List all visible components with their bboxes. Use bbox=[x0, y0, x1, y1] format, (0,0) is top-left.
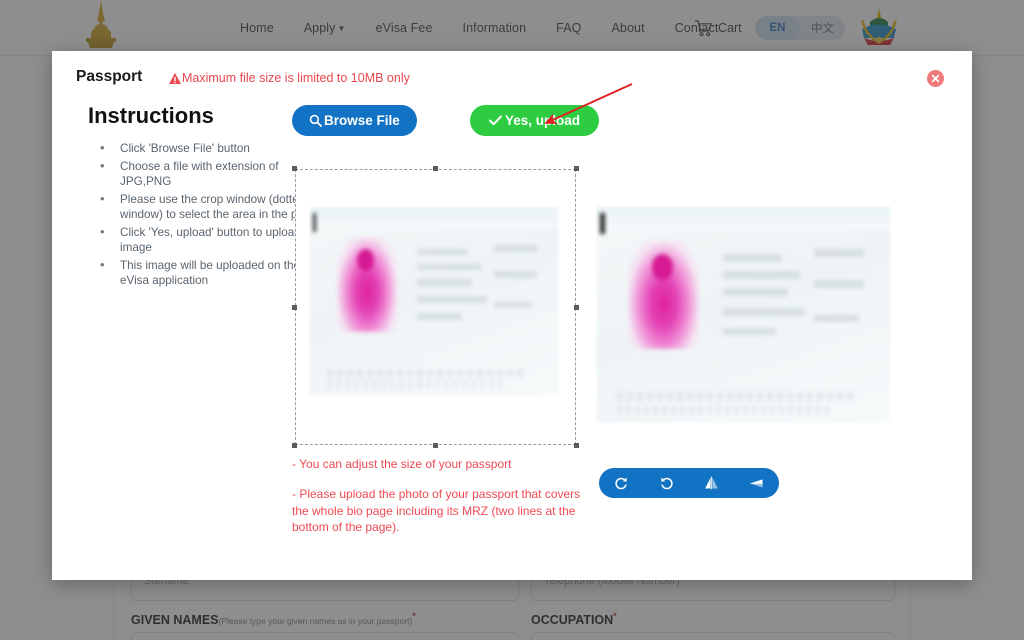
rotate-right-icon[interactable] bbox=[652, 470, 682, 496]
flip-horizontal-glyph bbox=[705, 476, 718, 490]
file-size-warning: Maximum file size is limited to 10MB onl… bbox=[169, 71, 410, 85]
flip-vertical-glyph bbox=[750, 479, 763, 488]
search-icon bbox=[309, 114, 322, 127]
crop-handle-s[interactable] bbox=[433, 443, 438, 448]
rotate-right-glyph bbox=[661, 476, 673, 489]
warning-triangle-icon bbox=[169, 72, 181, 84]
crop-handle-se[interactable] bbox=[574, 443, 579, 448]
passport-text-line bbox=[722, 327, 776, 336]
passport-mrz-line-2 bbox=[616, 404, 830, 415]
passport-portrait-head bbox=[356, 248, 374, 272]
modal-title: Passport bbox=[76, 68, 143, 85]
crop-handle-ne[interactable] bbox=[574, 166, 579, 171]
passport-mrz-line-1 bbox=[616, 391, 853, 402]
passport-text-line bbox=[722, 288, 788, 297]
passport-top-band bbox=[309, 207, 559, 228]
passport-text-line bbox=[416, 312, 462, 320]
yes-upload-button[interactable]: Yes, upload bbox=[470, 105, 600, 136]
list-item: Please use the crop window (dotted line … bbox=[88, 191, 328, 223]
crop-handle-w[interactable] bbox=[292, 304, 297, 310]
crop-handle-sw[interactable] bbox=[292, 443, 297, 448]
browse-file-label: Browse File bbox=[324, 113, 400, 128]
image-transform-toolbar bbox=[599, 468, 779, 498]
list-item: This image will be uploaded on the Lao e… bbox=[88, 257, 328, 289]
crop-handle-n[interactable] bbox=[433, 166, 438, 171]
flip-horizontal-icon[interactable] bbox=[697, 470, 727, 496]
list-item: Choose a file with extension of JPG,PNG bbox=[88, 158, 328, 190]
passport-text-line bbox=[814, 314, 859, 323]
list-item: Click 'Browse File' button bbox=[88, 140, 328, 157]
yes-upload-label: Yes, upload bbox=[505, 113, 581, 128]
file-size-warning-text: Maximum file size is limited to 10MB onl… bbox=[182, 71, 410, 85]
rotate-left-glyph bbox=[615, 476, 627, 489]
passport-text-line bbox=[722, 253, 782, 262]
browse-file-button[interactable]: Browse File bbox=[292, 105, 417, 136]
rotate-left-icon[interactable] bbox=[607, 470, 637, 496]
passport-top-band bbox=[596, 206, 891, 230]
passport-text-line bbox=[416, 295, 487, 303]
passport-text-line bbox=[416, 278, 472, 286]
passport-image-in-crop[interactable] bbox=[309, 207, 559, 396]
list-item: Click 'Yes, upload' button to upload the… bbox=[88, 224, 328, 256]
passport-text-line bbox=[722, 271, 800, 279]
passport-text-line bbox=[416, 263, 482, 271]
passport-spine bbox=[600, 212, 605, 235]
passport-upload-modal: Passport Maximum file size is limited to… bbox=[52, 51, 972, 580]
flip-vertical-icon[interactable] bbox=[742, 470, 772, 496]
instructions-list: Click 'Browse File' button Choose a file… bbox=[88, 140, 328, 291]
passport-preview bbox=[596, 206, 891, 423]
passport-text-line bbox=[494, 244, 537, 252]
page-root: Home Apply▼ eVisa Fee Information FAQ Ab… bbox=[0, 0, 1024, 640]
instructions-heading: Instructions bbox=[88, 103, 214, 128]
close-icon[interactable] bbox=[927, 70, 944, 87]
passport-text-line bbox=[416, 248, 467, 256]
passport-text-line bbox=[722, 307, 806, 316]
passport-mrz-line-2 bbox=[326, 379, 507, 389]
passport-graphic bbox=[309, 207, 559, 396]
passport-text-line bbox=[494, 301, 532, 309]
crop-window[interactable] bbox=[292, 166, 579, 448]
passport-text-line bbox=[814, 249, 865, 258]
passport-mrz-line-1 bbox=[326, 368, 527, 378]
passport-preview-graphic bbox=[596, 206, 891, 423]
passport-portrait-head bbox=[652, 253, 673, 280]
note-adjust-size: - You can adjust the size of your passpo… bbox=[292, 457, 512, 471]
check-icon bbox=[489, 115, 502, 126]
note-upload-requirements: - Please upload the photo of your passpo… bbox=[292, 487, 581, 534]
passport-text-line bbox=[494, 271, 537, 279]
crop-handle-e[interactable] bbox=[574, 304, 579, 310]
passport-text-line bbox=[814, 279, 865, 288]
crop-handle-nw[interactable] bbox=[292, 166, 297, 171]
passport-spine bbox=[312, 212, 317, 232]
close-x-glyph bbox=[931, 74, 940, 83]
